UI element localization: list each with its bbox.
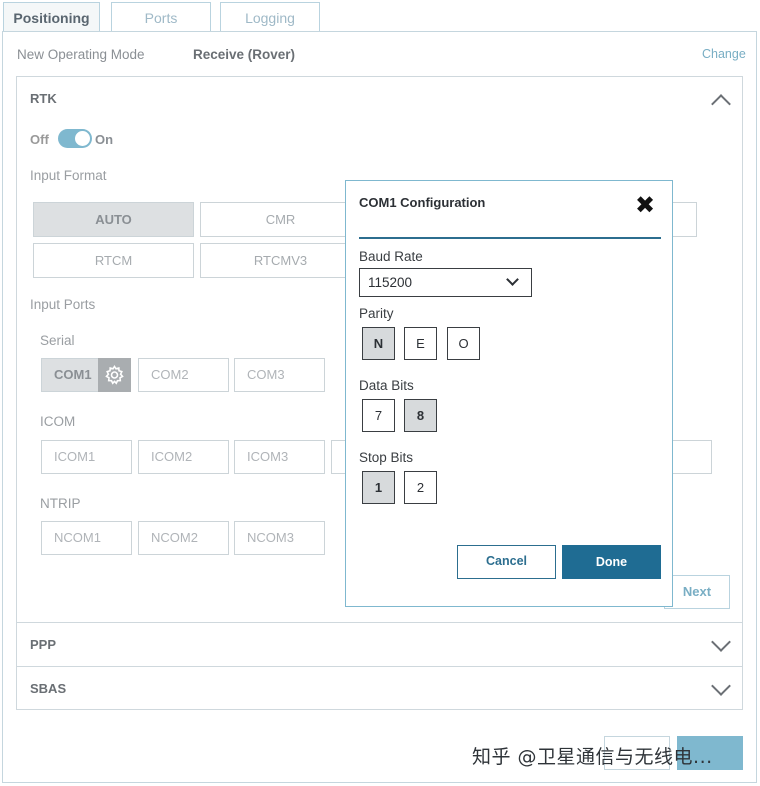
toggle-on-label: On [95,132,114,147]
operating-mode-value: Receive (Rover) [193,47,296,62]
format-cmr-button[interactable]: CMR [200,202,361,237]
change-link[interactable]: Change [702,47,746,61]
done-button[interactable]: Done [562,545,661,579]
icom-label: ICOM [40,414,76,429]
port-ncom3[interactable]: NCOM3 [234,521,325,555]
sbas-title: SBAS [30,681,67,696]
tab-logging[interactable]: Logging [220,2,320,33]
port-icom1[interactable]: ICOM1 [41,440,132,474]
stop-bits-2-button[interactable]: 2 [404,471,437,504]
sbas-panel[interactable]: SBAS [16,666,743,710]
serial-label: Serial [40,333,75,348]
ppp-panel[interactable]: PPP [16,622,743,667]
chevron-down-icon [506,273,519,286]
port-com1[interactable]: COM1 [41,358,99,392]
port-com3[interactable]: COM3 [234,358,325,392]
operating-mode-label: New Operating Mode [17,47,145,62]
cancel-button[interactable]: Cancel [457,545,556,579]
chevron-up-icon[interactable] [711,94,731,114]
parity-label: Parity [359,306,394,321]
com1-config-dialog: COM1 Configuration ✖ Baud Rate 115200 Pa… [345,180,673,607]
port-icom3[interactable]: ICOM3 [234,440,325,474]
ppp-title: PPP [30,637,57,652]
input-ports-label: Input Ports [30,297,96,312]
input-format-label: Input Format [30,168,107,183]
parity-o-button[interactable]: O [447,327,480,360]
data-bits-8-button[interactable]: 8 [404,399,437,432]
ntrip-label: NTRIP [40,496,81,511]
baud-rate-select[interactable]: 115200 [359,268,532,297]
tab-positioning[interactable]: Positioning [3,2,100,33]
rtk-title: RTK [30,91,57,106]
port-ncom1[interactable]: NCOM1 [41,521,132,555]
chevron-down-icon[interactable] [711,676,731,696]
next-button[interactable]: Next [664,575,730,609]
dialog-divider [359,237,661,239]
close-icon[interactable]: ✖ [634,194,656,218]
data-bits-7-button[interactable]: 7 [362,399,395,432]
baud-rate-value: 115200 [368,275,413,290]
stop-bits-label: Stop Bits [359,450,414,465]
data-bits-label: Data Bits [359,378,414,393]
port-com2[interactable]: COM2 [138,358,229,392]
baud-rate-label: Baud Rate [359,249,423,264]
format-rtcm-button[interactable]: RTCM [33,243,194,278]
rtk-toggle[interactable] [58,129,92,148]
toggle-knob [75,131,90,146]
parity-n-button[interactable]: N [362,327,395,360]
watermark-text: 知乎 @卫星通信与无线电... [472,746,713,768]
tab-ports[interactable]: Ports [111,2,211,33]
format-auto-button[interactable]: AUTO [33,202,194,237]
port-icom-hidden-right[interactable] [670,440,712,474]
format-rtcmv3-button[interactable]: RTCMV3 [200,243,361,278]
dialog-title: COM1 Configuration [359,195,486,210]
port-icom2[interactable]: ICOM2 [138,440,229,474]
com1-settings-button[interactable] [98,358,131,392]
parity-e-button[interactable]: E [404,327,437,360]
stop-bits-1-button[interactable]: 1 [362,471,395,504]
chevron-down-icon[interactable] [711,632,731,652]
toggle-off-label: Off [30,132,49,147]
port-ncom2[interactable]: NCOM2 [138,521,229,555]
gear-icon [105,365,124,385]
